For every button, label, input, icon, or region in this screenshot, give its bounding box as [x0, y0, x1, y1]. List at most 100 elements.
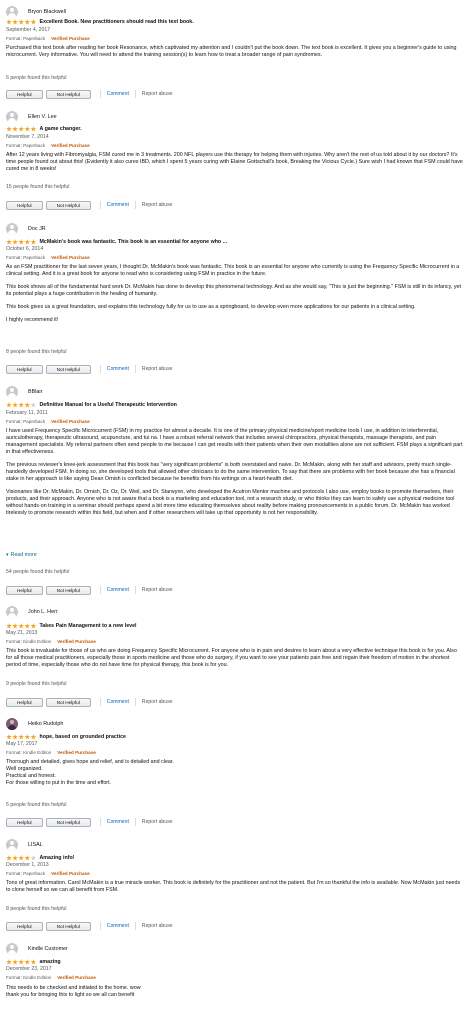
format-value[interactable]: Kindle Edition [23, 975, 51, 980]
report-abuse-link[interactable]: Report abuse [142, 587, 173, 593]
format-label: Format: [6, 750, 22, 755]
review-title[interactable]: hope, based on grounded practice [39, 734, 126, 740]
reviewer-name[interactable]: Doc JR [28, 226, 46, 232]
review-heading: Excellent Book. New practitioners should… [6, 18, 194, 26]
reviewer-profile[interactable]: John L. Herr [6, 605, 58, 618]
review-paragraph: The previous reviewer's knee-jerk assess… [6, 462, 455, 482]
format-value[interactable]: Paperback [23, 419, 45, 424]
review-format: Format: Paperback Verified Purchase [6, 143, 90, 148]
not-helpful-button[interactable]: Not Helpful [45, 585, 91, 595]
report-abuse-link[interactable]: Report abuse [142, 202, 173, 208]
reviewer-profile[interactable]: Heiko Rudolph [6, 717, 63, 730]
format-value[interactable]: Kindle Edition [23, 750, 51, 755]
reviewer-name[interactable]: Ellen V. Lee [28, 114, 57, 120]
star-icon [18, 239, 25, 245]
reviewer-name[interactable]: Heiko Rudolph [28, 721, 63, 727]
review-actions: Helpful Not Helpful Comment Report abuse [6, 817, 172, 827]
not-helpful-button[interactable]: Not Helpful [45, 89, 91, 99]
avatar [6, 838, 18, 851]
reviewer-profile[interactable]: Ellen V. Lee [6, 110, 57, 123]
reviewer-name[interactable]: Kindle Customer [28, 946, 68, 952]
comment-link[interactable]: Comment [107, 819, 129, 825]
review-paragraph: Visionaries like Dr. McMakin, Dr. Ornish… [6, 489, 455, 516]
report-abuse-link[interactable]: Report abuse [142, 699, 173, 705]
format-value[interactable]: Paperback [23, 871, 45, 876]
not-helpful-button[interactable]: Not Helpful [45, 364, 91, 374]
reviewer-profile[interactable]: Bryon Blackwell [6, 5, 66, 18]
review-title[interactable]: Takes Pain Management to a new level [39, 623, 136, 629]
not-helpful-button[interactable]: Not Helpful [45, 921, 91, 931]
review-paragraph: Thorough and detailed, gives hope and re… [6, 759, 174, 786]
comment-link[interactable]: Comment [107, 202, 129, 208]
star-icon [18, 126, 25, 132]
reviewer-name[interactable]: John L. Herr [28, 609, 58, 615]
review-heading: Takes Pain Management to a new level [6, 622, 137, 630]
star-icon [6, 959, 12, 965]
reviewer-name[interactable]: LISAL [28, 842, 43, 848]
review-title[interactable]: Definitive Manual for a Useful Therapeut… [39, 402, 176, 408]
format-value[interactable]: Paperback [23, 143, 45, 148]
report-abuse-link[interactable]: Report abuse [142, 819, 173, 825]
star-icon [24, 126, 31, 132]
read-more-link[interactable]: ▾ Read more [6, 552, 37, 558]
review-body: After 12 years living with Fibromyalgia,… [6, 152, 464, 173]
review-title[interactable]: McMakin's book was fantastic. This book … [39, 239, 227, 245]
review-heading: A game changer. [6, 125, 82, 133]
reviewer-name[interactable]: BBlair [28, 389, 42, 395]
helpful-button[interactable]: Helpful [6, 585, 43, 595]
avatar [6, 942, 18, 955]
review-title[interactable]: Excellent Book. New practitioners should… [39, 19, 193, 25]
helpful-button[interactable]: Helpful [6, 817, 43, 827]
review-date: October 6, 2014 [6, 246, 44, 252]
review-body: This needs to be checked and initiated t… [6, 985, 464, 999]
helpful-button[interactable]: Helpful [6, 364, 43, 374]
format-value[interactable]: Paperback [23, 255, 45, 260]
not-helpful-button[interactable]: Not Helpful [45, 697, 91, 707]
divider [99, 818, 101, 826]
star-icon [24, 855, 31, 861]
review-body: This book is invaluable for those of us … [6, 648, 464, 669]
report-abuse-link[interactable]: Report abuse [142, 366, 173, 372]
comment-link[interactable]: Comment [107, 699, 129, 705]
review-paragraph: After 12 years living with Fibromyalgia,… [6, 152, 463, 172]
review-date: February 11, 2011 [6, 410, 48, 416]
review-paragraph: I have used Frequency Specific Microcurr… [6, 428, 463, 455]
not-helpful-button[interactable]: Not Helpful [45, 817, 91, 827]
reviewer-profile[interactable]: Kindle Customer [6, 942, 68, 955]
star-icon [18, 19, 25, 25]
verified-purchase-badge: Verified Purchase [51, 143, 90, 148]
reviewer-name[interactable]: Bryon Blackwell [28, 9, 66, 15]
format-value[interactable]: Paperback [23, 36, 45, 41]
review-format: Format: Kindle Edition Verified Purchase [6, 639, 96, 644]
helpful-button[interactable]: Helpful [6, 921, 43, 931]
report-abuse-link[interactable]: Report abuse [142, 923, 173, 929]
comment-link[interactable]: Comment [107, 366, 129, 372]
review-title[interactable]: amazing [39, 959, 60, 965]
read-more-label: Read more [10, 552, 37, 558]
format-value[interactable]: Kindle Edition [23, 639, 51, 644]
not-helpful-button[interactable]: Not Helpful [45, 200, 91, 210]
review-actions: Helpful Not Helpful Comment Report abuse [6, 697, 172, 707]
report-abuse-link[interactable]: Report abuse [142, 91, 173, 97]
reviewer-profile[interactable]: BBlair [6, 385, 42, 398]
divider [134, 818, 136, 826]
helpful-button[interactable]: Helpful [6, 200, 43, 210]
helpful-button[interactable]: Helpful [6, 89, 43, 99]
review-title[interactable]: Amazing info! [39, 855, 74, 861]
star-icon [6, 623, 12, 629]
star-icon [6, 19, 12, 25]
divider [99, 201, 101, 209]
verified-purchase-badge: Verified Purchase [51, 871, 90, 876]
review-date: May 21, 2013 [6, 630, 38, 636]
reviewer-profile[interactable]: LISAL [6, 838, 43, 851]
star-icon [6, 126, 12, 132]
comment-link[interactable]: Comment [107, 587, 129, 593]
comment-link[interactable]: Comment [107, 923, 129, 929]
review-actions: Helpful Not Helpful Comment Report abuse [6, 585, 172, 595]
helpful-button[interactable]: Helpful [6, 697, 43, 707]
review-title[interactable]: A game changer. [39, 126, 81, 132]
star-icon [18, 402, 25, 408]
star-icon [18, 623, 25, 629]
comment-link[interactable]: Comment [107, 91, 129, 97]
reviewer-profile[interactable]: Doc JR [6, 222, 46, 235]
